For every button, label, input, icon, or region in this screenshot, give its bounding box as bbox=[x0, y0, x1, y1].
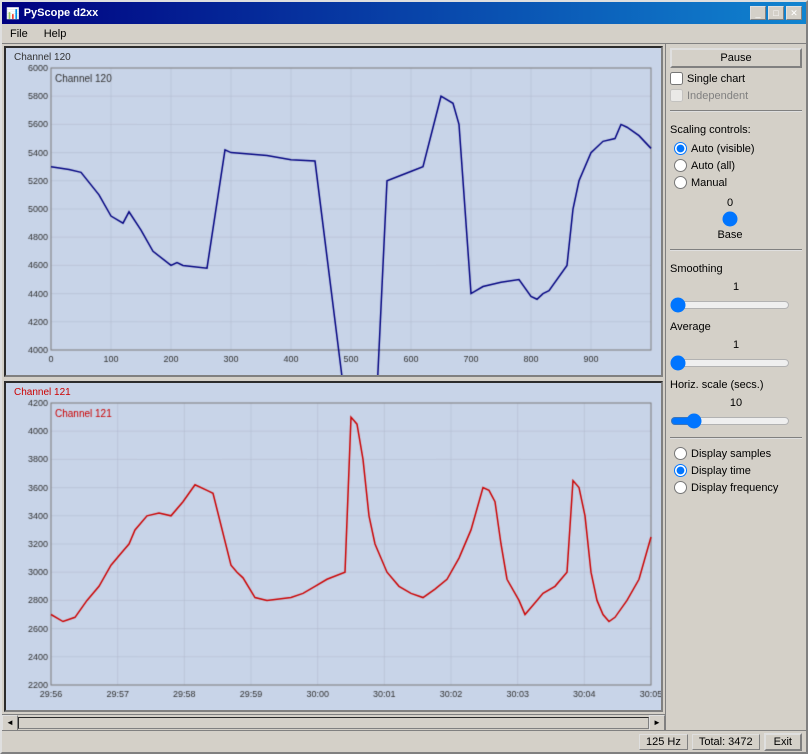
scaling-auto-all-row: Auto (all) bbox=[674, 159, 802, 172]
smoothing-value: 1 bbox=[670, 281, 802, 293]
minimize-button[interactable]: _ bbox=[750, 6, 766, 20]
scaling-auto-visible-label: Auto (visible) bbox=[691, 143, 755, 155]
pause-button[interactable]: Pause bbox=[670, 48, 802, 68]
single-chart-label: Single chart bbox=[687, 73, 745, 85]
scrollbar-area: ◄ ► bbox=[2, 714, 665, 730]
frequency-display: 125 Hz bbox=[639, 734, 688, 750]
main-content: Channel 120 Channel 121 ◄ ► Pause Single… bbox=[2, 44, 806, 730]
display-frequency-label: Display frequency bbox=[691, 482, 778, 494]
charts-area: Channel 120 Channel 121 ◄ ► bbox=[2, 44, 666, 730]
statusbar: 125 Hz Total: 3472 Exit bbox=[2, 730, 806, 752]
independent-checkbox[interactable] bbox=[670, 89, 683, 102]
separator3 bbox=[670, 437, 802, 439]
chart1-container: Channel 120 bbox=[4, 46, 663, 377]
range-item: 0 Range bbox=[794, 197, 806, 241]
total-display: Total: 3472 bbox=[692, 734, 760, 750]
menubar: File Help bbox=[2, 24, 806, 44]
scroll-right-button[interactable]: ► bbox=[649, 715, 665, 731]
scaling-auto-visible-radio[interactable] bbox=[674, 142, 687, 155]
display-time-radio[interactable] bbox=[674, 464, 687, 477]
chart2-container: Channel 121 bbox=[4, 381, 663, 712]
range-slider[interactable] bbox=[794, 211, 806, 227]
maximize-button[interactable]: □ bbox=[768, 6, 784, 20]
chart2-title: Channel 121 bbox=[14, 387, 71, 398]
display-frequency-radio[interactable] bbox=[674, 481, 687, 494]
scaling-controls-label: Scaling controls: bbox=[670, 124, 802, 136]
single-chart-row: Single chart bbox=[670, 72, 802, 85]
base-slider[interactable] bbox=[670, 211, 790, 227]
window-icon: 📊 bbox=[6, 7, 20, 20]
scaling-auto-visible-row: Auto (visible) bbox=[674, 142, 802, 155]
scaling-manual-label: Manual bbox=[691, 177, 727, 189]
display-time-label: Display time bbox=[691, 465, 751, 477]
average-label: Average bbox=[670, 321, 802, 333]
horiz-scale-label: Horiz. scale (secs.) bbox=[670, 379, 802, 391]
window-controls: _ □ ✕ bbox=[750, 6, 802, 20]
sidebar: Pause Single chart Independent Scaling c… bbox=[666, 44, 806, 730]
menu-file[interactable]: File bbox=[6, 27, 32, 41]
base-item: 0 Base bbox=[670, 197, 790, 241]
independent-row: Independent bbox=[670, 89, 802, 102]
scaling-manual-radio[interactable] bbox=[674, 176, 687, 189]
display-samples-row: Display samples bbox=[674, 447, 802, 460]
separator1 bbox=[670, 110, 802, 112]
window-title: 📊 PyScope d2xx bbox=[6, 7, 98, 20]
average-slider[interactable] bbox=[670, 355, 790, 371]
main-window: 📊 PyScope d2xx _ □ ✕ File Help Channel 1… bbox=[0, 0, 808, 754]
horiz-scale-slider[interactable] bbox=[670, 413, 790, 429]
smoothing-slider[interactable] bbox=[670, 297, 790, 313]
chart1-title: Channel 120 bbox=[14, 52, 71, 63]
chart2-canvas bbox=[6, 383, 661, 710]
independent-label: Independent bbox=[687, 90, 748, 102]
display-samples-radio[interactable] bbox=[674, 447, 687, 460]
display-time-row: Display time bbox=[674, 464, 802, 477]
scroll-left-button[interactable]: ◄ bbox=[2, 715, 18, 731]
menu-help[interactable]: Help bbox=[40, 27, 71, 41]
scaling-auto-all-label: Auto (all) bbox=[691, 160, 735, 172]
chart1-canvas bbox=[6, 48, 661, 375]
horiz-scale-value: 10 bbox=[670, 397, 802, 409]
base-range-row: 0 Base 0 Range bbox=[670, 197, 802, 241]
titlebar: 📊 PyScope d2xx _ □ ✕ bbox=[2, 2, 806, 24]
display-samples-label: Display samples bbox=[691, 448, 771, 460]
average-value: 1 bbox=[670, 339, 802, 351]
horizontal-scrollbar[interactable] bbox=[18, 717, 649, 729]
scaling-manual-row: Manual bbox=[674, 176, 802, 189]
separator2 bbox=[670, 249, 802, 251]
base-value: 0 bbox=[727, 197, 733, 209]
close-button[interactable]: ✕ bbox=[786, 6, 802, 20]
base-label: Base bbox=[717, 229, 742, 241]
display-frequency-row: Display frequency bbox=[674, 481, 802, 494]
exit-button[interactable]: Exit bbox=[764, 733, 802, 751]
smoothing-label: Smoothing bbox=[670, 263, 802, 275]
single-chart-checkbox[interactable] bbox=[670, 72, 683, 85]
scaling-auto-all-radio[interactable] bbox=[674, 159, 687, 172]
